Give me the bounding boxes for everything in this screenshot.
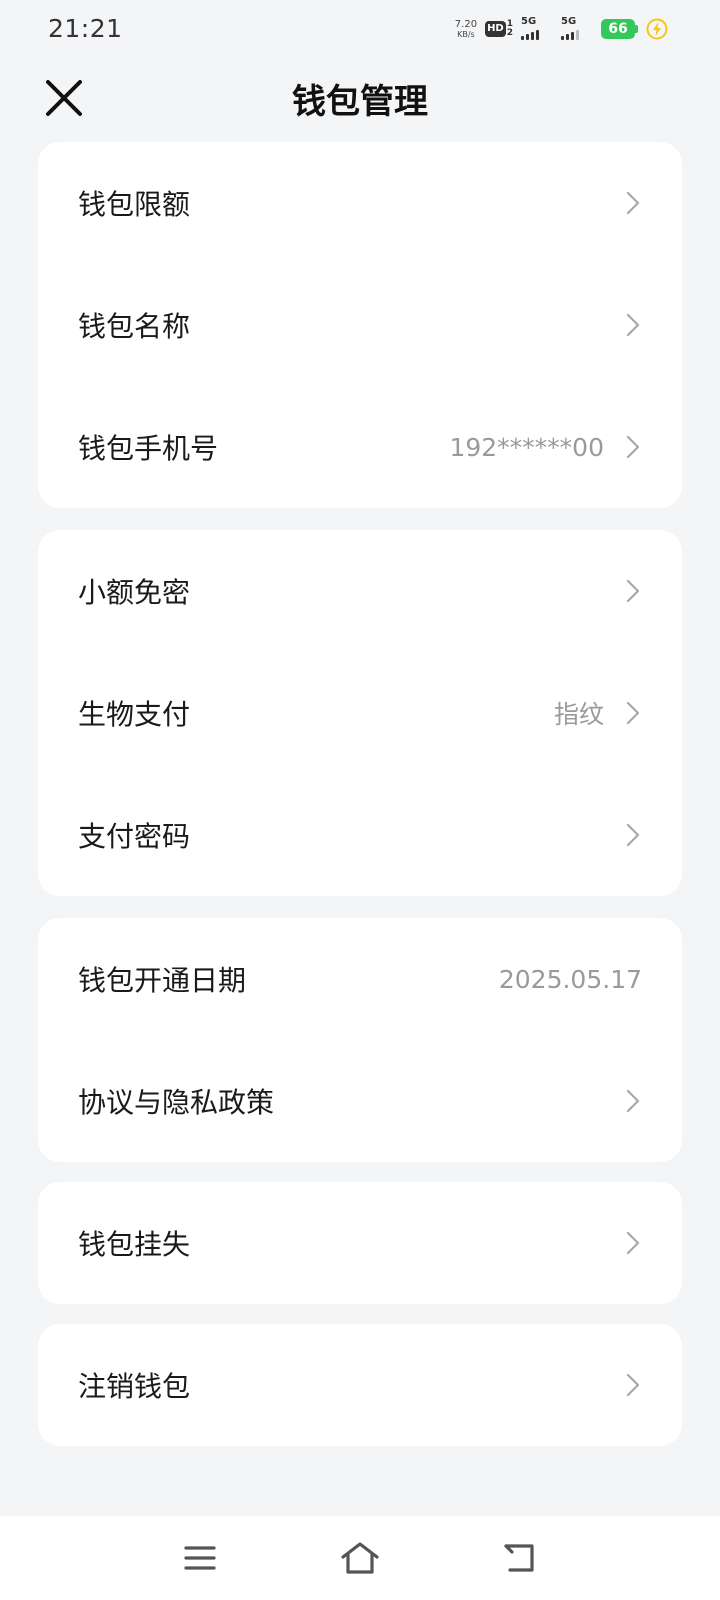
chevron-right-icon [624,1230,642,1256]
row-label: 钱包名称 [78,310,191,343]
chevron-right-icon [624,190,642,216]
signal2-bars [561,30,579,40]
row-open-date: 钱包开通日期 2025.05.17 [38,918,682,1040]
chevron-right-icon [624,578,642,604]
row-small-amount-no-password[interactable]: 小额免密 [38,530,682,652]
status-icons: 7.20 KB/s HD 1 2 5G 5G 66 [455,16,668,42]
row-value-biometric: 指纹 [553,700,604,729]
row-label: 钱包限额 [78,188,191,221]
screen: 21:21 7.20 KB/s HD 1 2 5G 5G 66 钱包管理 钱包限… [0,0,720,1600]
chevron-right-icon [624,1372,642,1398]
battery-level: 66 [601,19,635,39]
hd-label: HD [485,21,506,37]
menu-icon [184,1546,216,1570]
row-agreements-privacy[interactable]: 协议与隐私政策 [38,1040,682,1162]
hd-sim2: 2 [506,28,513,38]
row-label: 支付密码 [78,820,191,853]
nav-menu-button[interactable] [180,1538,220,1578]
header: 钱包管理 [0,60,720,136]
status-time: 21:21 [48,14,123,43]
row-label: 钱包开通日期 [78,964,247,997]
row-wallet-limit[interactable]: 钱包限额 [38,142,682,264]
signal-icon-sim1: 5G [521,16,553,40]
row-label: 生物支付 [78,698,191,731]
battery-icon: 66 [601,19,638,39]
row-value-open-date: 2025.05.17 [498,964,642,994]
hd-sims: 1 2 [507,20,513,38]
home-icon [341,1542,379,1574]
network-speed: 7.20 KB/s [454,18,478,39]
row-wallet-phone[interactable]: 钱包手机号 192******00 [38,386,682,508]
signal-icon-sim2: 5G [561,16,593,40]
row-label: 协议与隐私政策 [78,1086,275,1119]
row-report-loss[interactable]: 钱包挂失 [38,1182,682,1304]
row-label: 钱包挂失 [78,1228,191,1261]
network-speed-unit: KB/s [457,29,475,39]
settings-card-payment: 小额免密 生物支付 指纹 支付密码 [38,530,682,896]
row-cancel-wallet[interactable]: 注销钱包 [38,1324,682,1446]
chevron-right-icon [624,700,642,726]
signal1-label: 5G [521,16,537,27]
row-biometric-payment[interactable]: 生物支付 指纹 [38,652,682,774]
back-icon [504,1544,534,1572]
signal2-label: 5G [561,16,577,27]
status-bar: 21:21 7.20 KB/s HD 1 2 5G 5G 66 [0,0,720,56]
chevron-right-icon [624,312,642,338]
system-nav-bar [0,1516,720,1600]
settings-card-report-loss: 钱包挂失 [38,1182,682,1304]
settings-card-wallet-info: 钱包限额 钱包名称 钱包手机号 192******00 [38,142,682,508]
charging-icon [646,18,668,40]
network-speed-value: 7.20 [454,18,478,30]
chevron-right-icon [624,1088,642,1114]
row-value-phone: 192******00 [449,432,604,462]
nav-home-button[interactable] [340,1538,380,1578]
settings-card-cancel-wallet: 注销钱包 [38,1324,682,1446]
battery-tip [635,25,638,33]
settings-card-about: 钱包开通日期 2025.05.17 协议与隐私政策 [38,918,682,1162]
row-label: 注销钱包 [78,1370,191,1403]
hd-voice-icon: HD 1 2 [485,20,513,38]
row-wallet-name[interactable]: 钱包名称 [38,264,682,386]
row-label: 钱包手机号 [78,432,219,465]
nav-back-button[interactable] [500,1538,540,1578]
row-label: 小额免密 [78,576,191,609]
signal1-bars [521,30,539,40]
chevron-right-icon [624,434,642,460]
row-payment-password[interactable]: 支付密码 [38,774,682,896]
page-title: 钱包管理 [292,82,428,122]
chevron-right-icon [624,822,642,848]
